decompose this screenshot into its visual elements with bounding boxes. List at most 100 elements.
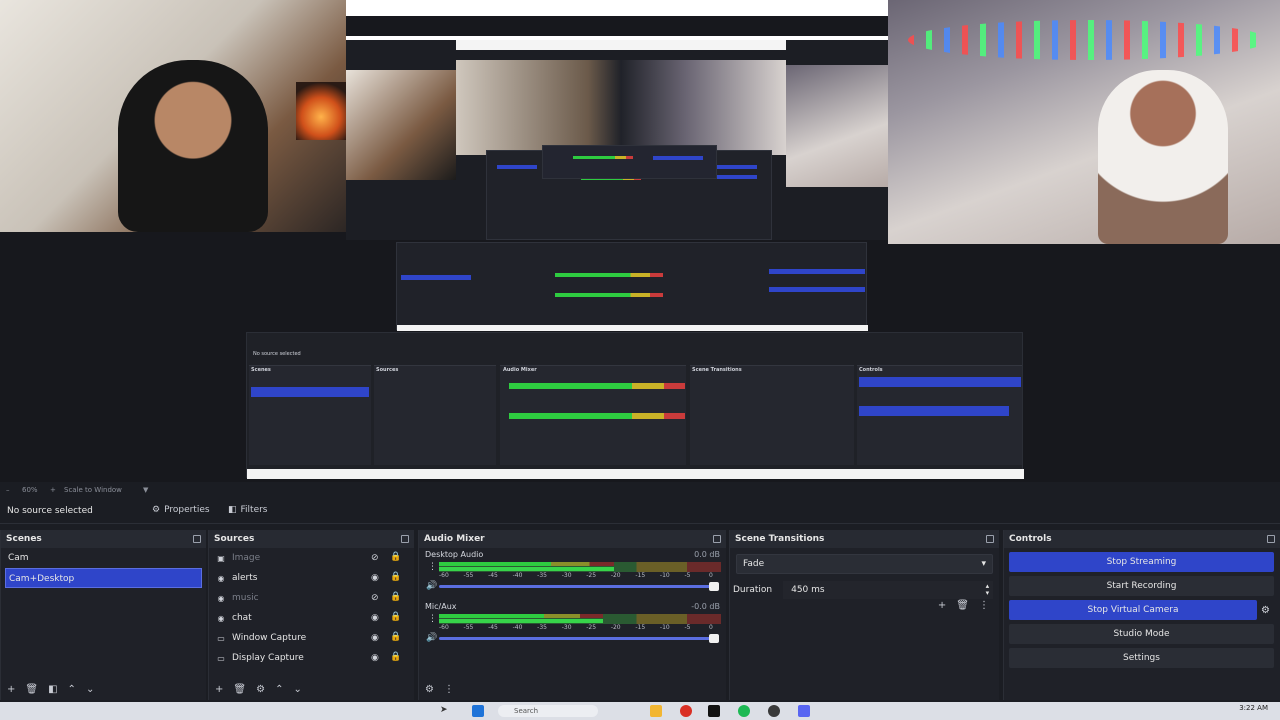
arrow-down-icon[interactable]: ⌄ <box>293 684 301 695</box>
taskbar-clock[interactable]: 3:22 AM <box>1239 704 1268 712</box>
kebab-menu-icon[interactable]: ⋮ <box>444 684 454 695</box>
meter-tick-label: -40 <box>512 624 523 631</box>
filter-icon: ◧ <box>228 505 237 515</box>
file-explorer-icon[interactable] <box>650 705 662 717</box>
streamer-image <box>118 60 268 232</box>
app-icon[interactable] <box>708 705 720 717</box>
lock-icon[interactable]: 🔒 <box>390 612 401 622</box>
lock-icon[interactable]: 🔒 <box>390 652 401 662</box>
meter-tick-label: 0 <box>709 572 713 579</box>
speaker-icon[interactable]: 🔊 <box>426 581 437 591</box>
scene-item-cam-desktop[interactable]: Cam+Desktop <box>5 568 202 588</box>
virtual-camera-row: Stop Virtual Camera ⚙ <box>1004 596 1280 620</box>
spin-arrows-icon[interactable]: ▴ ▾ <box>986 583 990 597</box>
start-icon[interactable] <box>472 705 484 717</box>
transition-actions: + 🗑 ⋮ <box>938 600 989 611</box>
source-item-alerts[interactable]: ◉ alerts ◉ 🔒 <box>209 568 414 588</box>
scale-mode-select[interactable]: Scale to Window <box>64 486 122 494</box>
eye-hidden-icon[interactable]: ⊘ <box>371 593 379 603</box>
duration-row: Duration 450 ms ▴ ▾ <box>730 580 999 600</box>
add-icon[interactable]: + <box>7 684 15 695</box>
kebab-menu-icon[interactable]: ⋮ <box>979 600 989 611</box>
source-item-music[interactable]: ◉ music ⊘ 🔒 <box>209 588 414 608</box>
source-label: music <box>232 593 259 603</box>
trash-icon[interactable]: 🗑 <box>956 600 969 611</box>
volume-slider-handle[interactable] <box>709 634 719 643</box>
start-recording-button[interactable]: Start Recording <box>1009 576 1274 596</box>
chrome-icon[interactable] <box>680 705 692 717</box>
meter-tick-label: -25 <box>586 624 597 631</box>
preview-toolbar: – 60% + Scale to Window ▼ <box>0 482 1280 498</box>
controls-title: Controls <box>1009 534 1052 544</box>
source-item-display-capture[interactable]: ▭ Display Capture ◉ 🔒 <box>209 648 414 668</box>
scenes-title: Scenes <box>6 534 42 544</box>
stop-streaming-button[interactable]: Stop Streaming <box>1009 552 1274 572</box>
stop-virtual-camera-button[interactable]: Stop Virtual Camera <box>1009 600 1258 620</box>
undock-icon[interactable] <box>401 535 409 543</box>
obs-icon[interactable] <box>768 705 780 717</box>
source-item-window-capture[interactable]: ▭ Window Capture ◉ 🔒 <box>209 628 414 648</box>
settings-button[interactable]: Settings <box>1009 648 1274 668</box>
advanced-audio-icon[interactable]: ⚙ <box>425 684 434 695</box>
gear-icon[interactable]: ⚙ <box>256 684 265 695</box>
chevron-down-icon: ▾ <box>981 559 986 569</box>
add-icon[interactable]: + <box>215 684 223 695</box>
eye-icon[interactable]: ◉ <box>371 633 379 643</box>
eye-icon[interactable]: ◉ <box>371 653 379 663</box>
transitions-title: Scene Transitions <box>735 534 825 544</box>
properties-button[interactable]: ⚙ Properties <box>152 505 210 515</box>
arrow-up-icon[interactable]: ⌃ <box>275 684 283 695</box>
taskbar-search[interactable]: Search <box>498 705 598 717</box>
filter-icon[interactable]: ◧ <box>48 684 57 695</box>
add-icon[interactable]: + <box>938 600 946 611</box>
undock-icon[interactable] <box>1267 535 1275 543</box>
filters-button[interactable]: ◧ Filters <box>228 505 268 515</box>
spotify-icon[interactable] <box>738 705 750 717</box>
arrow-down-icon[interactable]: ⌄ <box>86 684 94 695</box>
lock-icon[interactable]: 🔒 <box>390 592 401 602</box>
scene-item-cam[interactable]: Cam <box>1 548 206 568</box>
undock-icon[interactable] <box>193 535 201 543</box>
eye-icon[interactable]: ◉ <box>371 613 379 623</box>
channel-db: -0.0 dB <box>691 602 720 611</box>
meter-tick-label: -10 <box>659 624 670 631</box>
lock-icon[interactable]: 🔒 <box>390 632 401 642</box>
speaker-icon[interactable]: 🔊 <box>426 633 437 643</box>
kebab-menu-icon[interactable]: ⋮ <box>428 562 437 572</box>
volume-slider-handle[interactable] <box>709 582 719 591</box>
image-icon: ▣ <box>217 553 225 563</box>
studio-mode-button[interactable]: Studio Mode <box>1009 624 1274 644</box>
source-item-image[interactable]: ▣ Image ⊘ 🔒 <box>209 548 414 568</box>
lock-icon[interactable]: 🔒 <box>390 572 401 582</box>
transition-selected-value: Fade <box>743 559 765 569</box>
zoom-in-icon[interactable]: + <box>50 486 56 494</box>
discord-icon[interactable] <box>798 705 810 717</box>
trash-icon[interactable]: 🗑 <box>233 684 246 695</box>
source-item-chat[interactable]: ◉ chat ◉ 🔒 <box>209 608 414 628</box>
volume-slider[interactable] <box>439 585 717 588</box>
controls-title-bar: Controls <box>1004 530 1280 548</box>
controls-dock: Controls Stop Streaming Start Recording … <box>1003 530 1280 700</box>
duration-spinbox[interactable]: 450 ms ▴ ▾ <box>783 581 994 599</box>
zoom-level: 60% <box>22 486 38 494</box>
gear-icon[interactable]: ⚙ <box>1261 605 1270 616</box>
kebab-menu-icon[interactable]: ⋮ <box>428 614 437 624</box>
mixer-title-bar: Audio Mixer <box>419 530 726 548</box>
volume-slider[interactable] <box>439 637 717 640</box>
trash-icon[interactable]: 🗑 <box>25 684 38 695</box>
meter-tick-label: -45 <box>488 624 498 631</box>
transition-select[interactable]: Fade ▾ <box>736 554 993 574</box>
meter-tick-label: -5 <box>684 572 691 579</box>
lock-icon[interactable]: 🔒 <box>390 552 401 562</box>
undock-icon[interactable] <box>713 535 721 543</box>
preview-canvas[interactable]: No source selected Scenes Sources Audio … <box>0 0 1280 482</box>
eye-icon[interactable]: ◉ <box>371 573 379 583</box>
chevron-down-icon[interactable]: ▼ <box>143 486 148 494</box>
nested-obs-preview: No source selected Scenes Sources Audio … <box>246 332 1024 479</box>
undock-icon[interactable] <box>986 535 994 543</box>
window-icon: ▭ <box>217 633 225 643</box>
meter-tick-label: -60 <box>439 572 449 579</box>
arrow-up-icon[interactable]: ⌃ <box>68 684 76 695</box>
zoom-out-icon[interactable]: – <box>6 486 10 494</box>
eye-hidden-icon[interactable]: ⊘ <box>371 553 379 563</box>
